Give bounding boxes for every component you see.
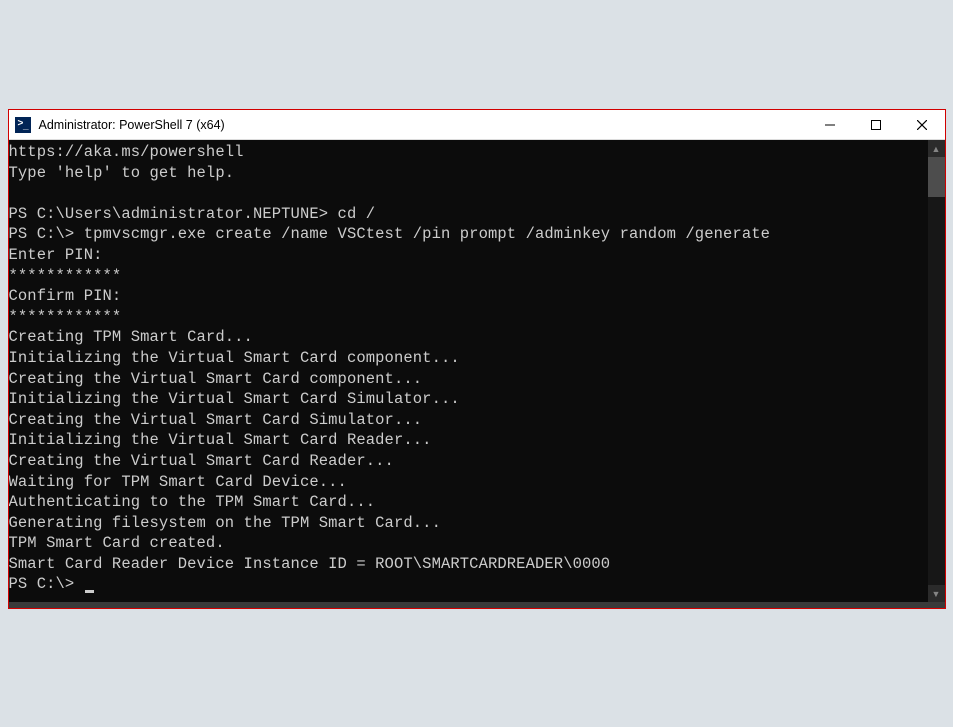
window-controls: [807, 110, 945, 139]
powershell-icon: [15, 117, 31, 133]
minimize-icon: [825, 120, 835, 130]
minimize-button[interactable]: [807, 110, 853, 139]
titlebar[interactable]: Administrator: PowerShell 7 (x64): [9, 110, 945, 140]
scroll-up-arrow-icon[interactable]: ▲: [928, 140, 945, 157]
cursor: [85, 590, 94, 593]
powershell-window: Administrator: PowerShell 7 (x64) https:…: [8, 109, 946, 609]
console-output[interactable]: https://aka.ms/powershell Type 'help' to…: [9, 140, 928, 602]
window-bottom-edge: [9, 602, 945, 608]
maximize-button[interactable]: [853, 110, 899, 139]
window-title: Administrator: PowerShell 7 (x64): [39, 118, 807, 132]
maximize-icon: [871, 120, 881, 130]
console-area: https://aka.ms/powershell Type 'help' to…: [9, 140, 945, 602]
vertical-scrollbar[interactable]: ▲ ▼: [928, 140, 945, 602]
scroll-down-arrow-icon[interactable]: ▼: [928, 585, 945, 602]
scroll-thumb[interactable]: [928, 157, 945, 197]
close-icon: [917, 120, 927, 130]
close-button[interactable]: [899, 110, 945, 139]
scroll-track[interactable]: [928, 157, 945, 585]
